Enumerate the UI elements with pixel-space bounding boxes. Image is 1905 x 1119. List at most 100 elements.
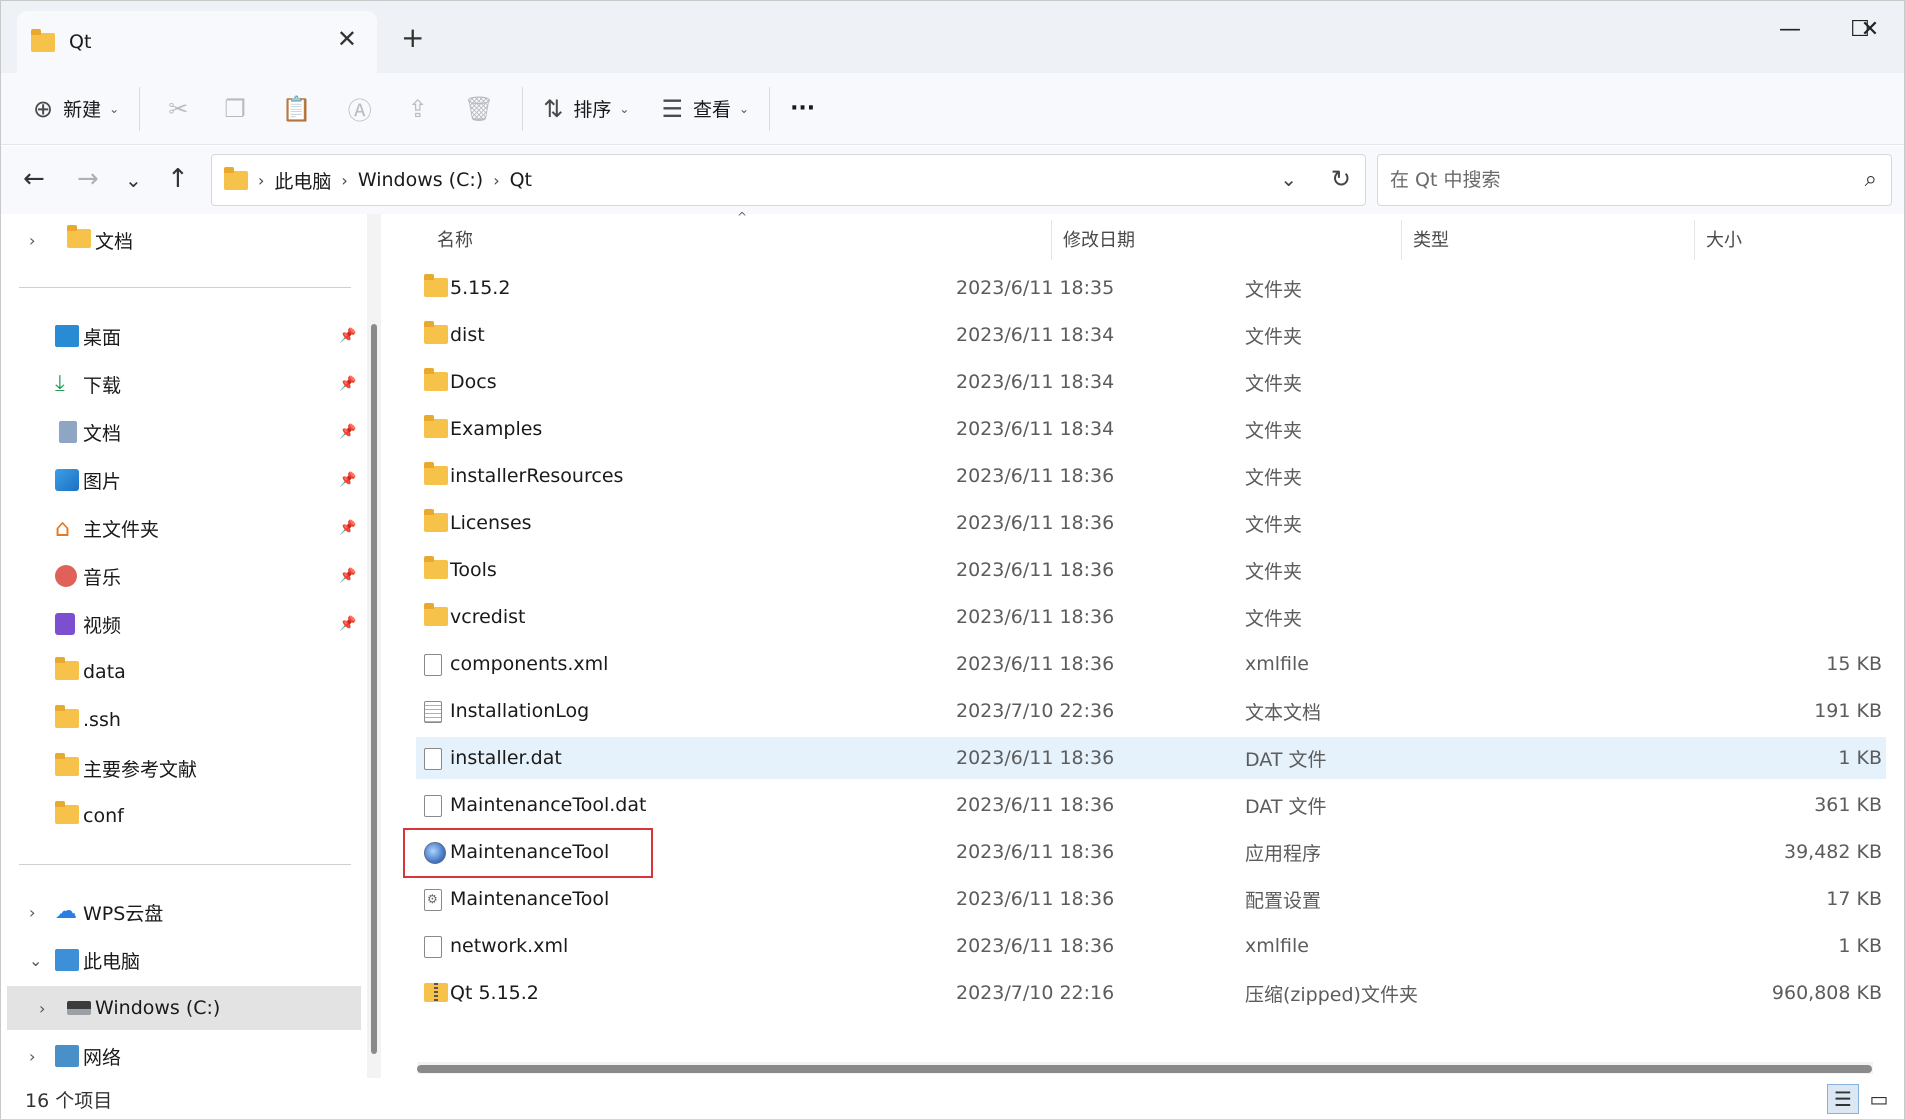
- column-date[interactable]: 修改日期: [1063, 226, 1135, 252]
- sidebar-item-pictures[interactable]: 图片 📌: [1, 458, 361, 502]
- sidebar-item-network[interactable]: › 网络: [1, 1034, 361, 1078]
- new-button[interactable]: ⊕ 新建 ⌄: [23, 85, 129, 133]
- delete-button[interactable]: 🗑: [446, 85, 512, 133]
- view-button[interactable]: ☰ 查看 ⌄: [651, 85, 759, 133]
- paste-button[interactable]: 📋: [264, 85, 330, 133]
- file-date: 2023/6/11 18:36: [956, 794, 1115, 816]
- pin-icon[interactable]: 📌: [339, 616, 356, 632]
- up-arrow-icon[interactable]: ↑: [167, 164, 189, 194]
- pin-icon[interactable]: 📌: [339, 376, 356, 392]
- sidebar-scrollbar[interactable]: [367, 214, 381, 1078]
- plus-circle-icon: ⊕: [33, 94, 54, 123]
- toolbar-divider: [769, 86, 771, 131]
- share-button[interactable]: ⇪: [390, 85, 446, 133]
- chevron-right-icon[interactable]: ›: [39, 999, 45, 1018]
- file-row[interactable]: Licenses 2023/6/11 18:36 文件夹: [416, 502, 1886, 544]
- pin-icon[interactable]: 📌: [339, 568, 356, 584]
- sidebar-item-this-pc[interactable]: ⌄ 此电脑: [1, 938, 361, 982]
- file-type: 文件夹: [1245, 372, 1303, 395]
- sidebar-item-music[interactable]: 音乐 📌: [1, 554, 361, 598]
- scrollbar-thumb[interactable]: [371, 324, 377, 1054]
- config-file-icon: [424, 889, 442, 911]
- address-history-chevron-icon[interactable]: ⌄: [1280, 167, 1297, 191]
- recent-locations-chevron-icon[interactable]: ⌄: [125, 168, 142, 192]
- pin-icon[interactable]: 📌: [339, 520, 356, 536]
- file-row[interactable]: Docs 2023/6/11 18:34 文件夹: [416, 361, 1886, 403]
- toolbar-divider: [139, 86, 141, 131]
- file-row[interactable]: MaintenanceTool 2023/6/11 18:36 配置设置 17 …: [416, 878, 1886, 920]
- column-divider[interactable]: [1694, 220, 1695, 260]
- file-date: 2023/6/11 18:36: [956, 606, 1115, 628]
- file-row[interactable]: vcredist 2023/6/11 18:36 文件夹: [416, 596, 1886, 638]
- file-row[interactable]: dist 2023/6/11 18:34 文件夹: [416, 314, 1886, 356]
- sort-button[interactable]: ⇅ 排序 ⌄: [533, 85, 639, 133]
- column-divider[interactable]: [1051, 220, 1052, 260]
- sidebar-item-wps-cloud[interactable]: › ☁ WPS云盘: [1, 890, 361, 934]
- more-icon: ···: [790, 96, 816, 121]
- pin-icon[interactable]: 📌: [339, 424, 356, 440]
- file-row[interactable]: Examples 2023/6/11 18:34 文件夹: [416, 408, 1886, 450]
- search-box[interactable]: ⌕: [1377, 154, 1892, 206]
- column-type[interactable]: 类型: [1413, 226, 1449, 252]
- file-row-hovered[interactable]: installer.dat 2023/6/11 18:36 DAT 文件 1 K…: [416, 737, 1886, 779]
- rename-button[interactable]: Ⓐ: [330, 85, 390, 133]
- column-divider[interactable]: [1401, 220, 1402, 260]
- sidebar-item-windows-c[interactable]: › Windows (C:): [7, 986, 361, 1030]
- chevron-right-icon[interactable]: ›: [29, 1047, 35, 1066]
- breadcrumb-windows-c[interactable]: Windows (C:): [358, 169, 483, 191]
- cut-button[interactable]: ✂: [150, 85, 206, 133]
- sidebar-item-documents[interactable]: 文档 📌: [1, 410, 361, 454]
- sidebar-item-data[interactable]: data: [1, 650, 361, 694]
- file-size: 39,482 KB: [1783, 841, 1882, 863]
- file-row[interactable]: installerResources 2023/6/11 18:36 文件夹: [416, 455, 1886, 497]
- sidebar-item-conf[interactable]: conf: [1, 794, 361, 838]
- column-name[interactable]: 名称: [437, 226, 473, 252]
- file-row[interactable]: components.xml 2023/6/11 18:36 xmlfile 1…: [416, 643, 1886, 685]
- column-size[interactable]: 大小: [1706, 226, 1742, 252]
- search-input[interactable]: [1378, 155, 1818, 205]
- pin-icon[interactable]: 📌: [339, 472, 356, 488]
- sidebar-item-ssh[interactable]: .ssh: [1, 698, 361, 742]
- chevron-down-icon[interactable]: ⌄: [29, 951, 42, 970]
- more-options-button[interactable]: ···: [780, 85, 825, 133]
- refresh-icon[interactable]: ↻: [1331, 165, 1351, 193]
- sidebar-item-documents-top[interactable]: › 文档: [1, 218, 361, 262]
- forward-arrow-icon[interactable]: →: [77, 164, 99, 194]
- sidebar-item-label: 音乐: [83, 566, 122, 589]
- file-date: 2023/6/11 18:36: [956, 935, 1115, 957]
- sidebar-item-downloads[interactable]: ⤓ 下载 📌: [1, 362, 361, 406]
- horizontal-scrollbar[interactable]: [417, 1062, 1873, 1074]
- tab-qt[interactable]: Qt ✕: [17, 11, 377, 73]
- pin-icon[interactable]: 📌: [339, 328, 356, 344]
- address-bar[interactable]: › 此电脑 › Windows (C:) › Qt ⌄ ↻: [211, 154, 1366, 206]
- file-type: xmlfile: [1245, 653, 1309, 675]
- sidebar-item-references[interactable]: 主要参考文献: [1, 746, 361, 790]
- chevron-right-icon[interactable]: ›: [29, 231, 35, 250]
- file-date: 2023/6/11 18:36: [956, 841, 1115, 863]
- file-type: 压缩(zipped)文件夹: [1245, 983, 1418, 1006]
- scrollbar-thumb[interactable]: [417, 1065, 1872, 1073]
- breadcrumb-qt[interactable]: Qt: [510, 169, 532, 191]
- file-row[interactable]: InstallationLog 2023/7/10 22:36 文本文档 191…: [416, 690, 1886, 732]
- file-row[interactable]: MaintenanceTool.dat 2023/6/11 18:36 DAT …: [416, 784, 1886, 826]
- close-icon[interactable]: ✕: [337, 25, 357, 53]
- file-row[interactable]: Tools 2023/6/11 18:36 文件夹: [416, 549, 1886, 591]
- computer-icon: [55, 949, 79, 971]
- sidebar-item-videos[interactable]: 视频 📌: [1, 602, 361, 646]
- minimize-button[interactable]: —: [1755, 9, 1825, 49]
- file-row[interactable]: Qt 5.15.2 2023/7/10 22:16 压缩(zipped)文件夹 …: [416, 972, 1886, 1014]
- search-icon[interactable]: ⌕: [1865, 167, 1877, 192]
- large-icons-view-icon[interactable]: ▭: [1863, 1084, 1895, 1114]
- sidebar-item-home[interactable]: ⌂ 主文件夹 📌: [1, 506, 361, 550]
- file-row[interactable]: network.xml 2023/6/11 18:36 xmlfile 1 KB: [416, 925, 1886, 967]
- file-name: Docs: [450, 371, 497, 393]
- chevron-right-icon[interactable]: ›: [29, 903, 35, 922]
- file-row[interactable]: 5.15.2 2023/6/11 18:35 文件夹: [416, 267, 1886, 309]
- breadcrumb-this-pc[interactable]: 此电脑: [274, 167, 331, 194]
- details-view-icon[interactable]: ☰: [1827, 1084, 1859, 1114]
- back-arrow-icon[interactable]: ←: [23, 164, 45, 194]
- copy-button[interactable]: ❐: [206, 85, 264, 133]
- close-window-button[interactable]: ✕: [1835, 9, 1905, 49]
- new-tab-button[interactable]: +: [401, 21, 424, 54]
- sidebar-item-desktop[interactable]: 桌面 📌: [1, 314, 361, 358]
